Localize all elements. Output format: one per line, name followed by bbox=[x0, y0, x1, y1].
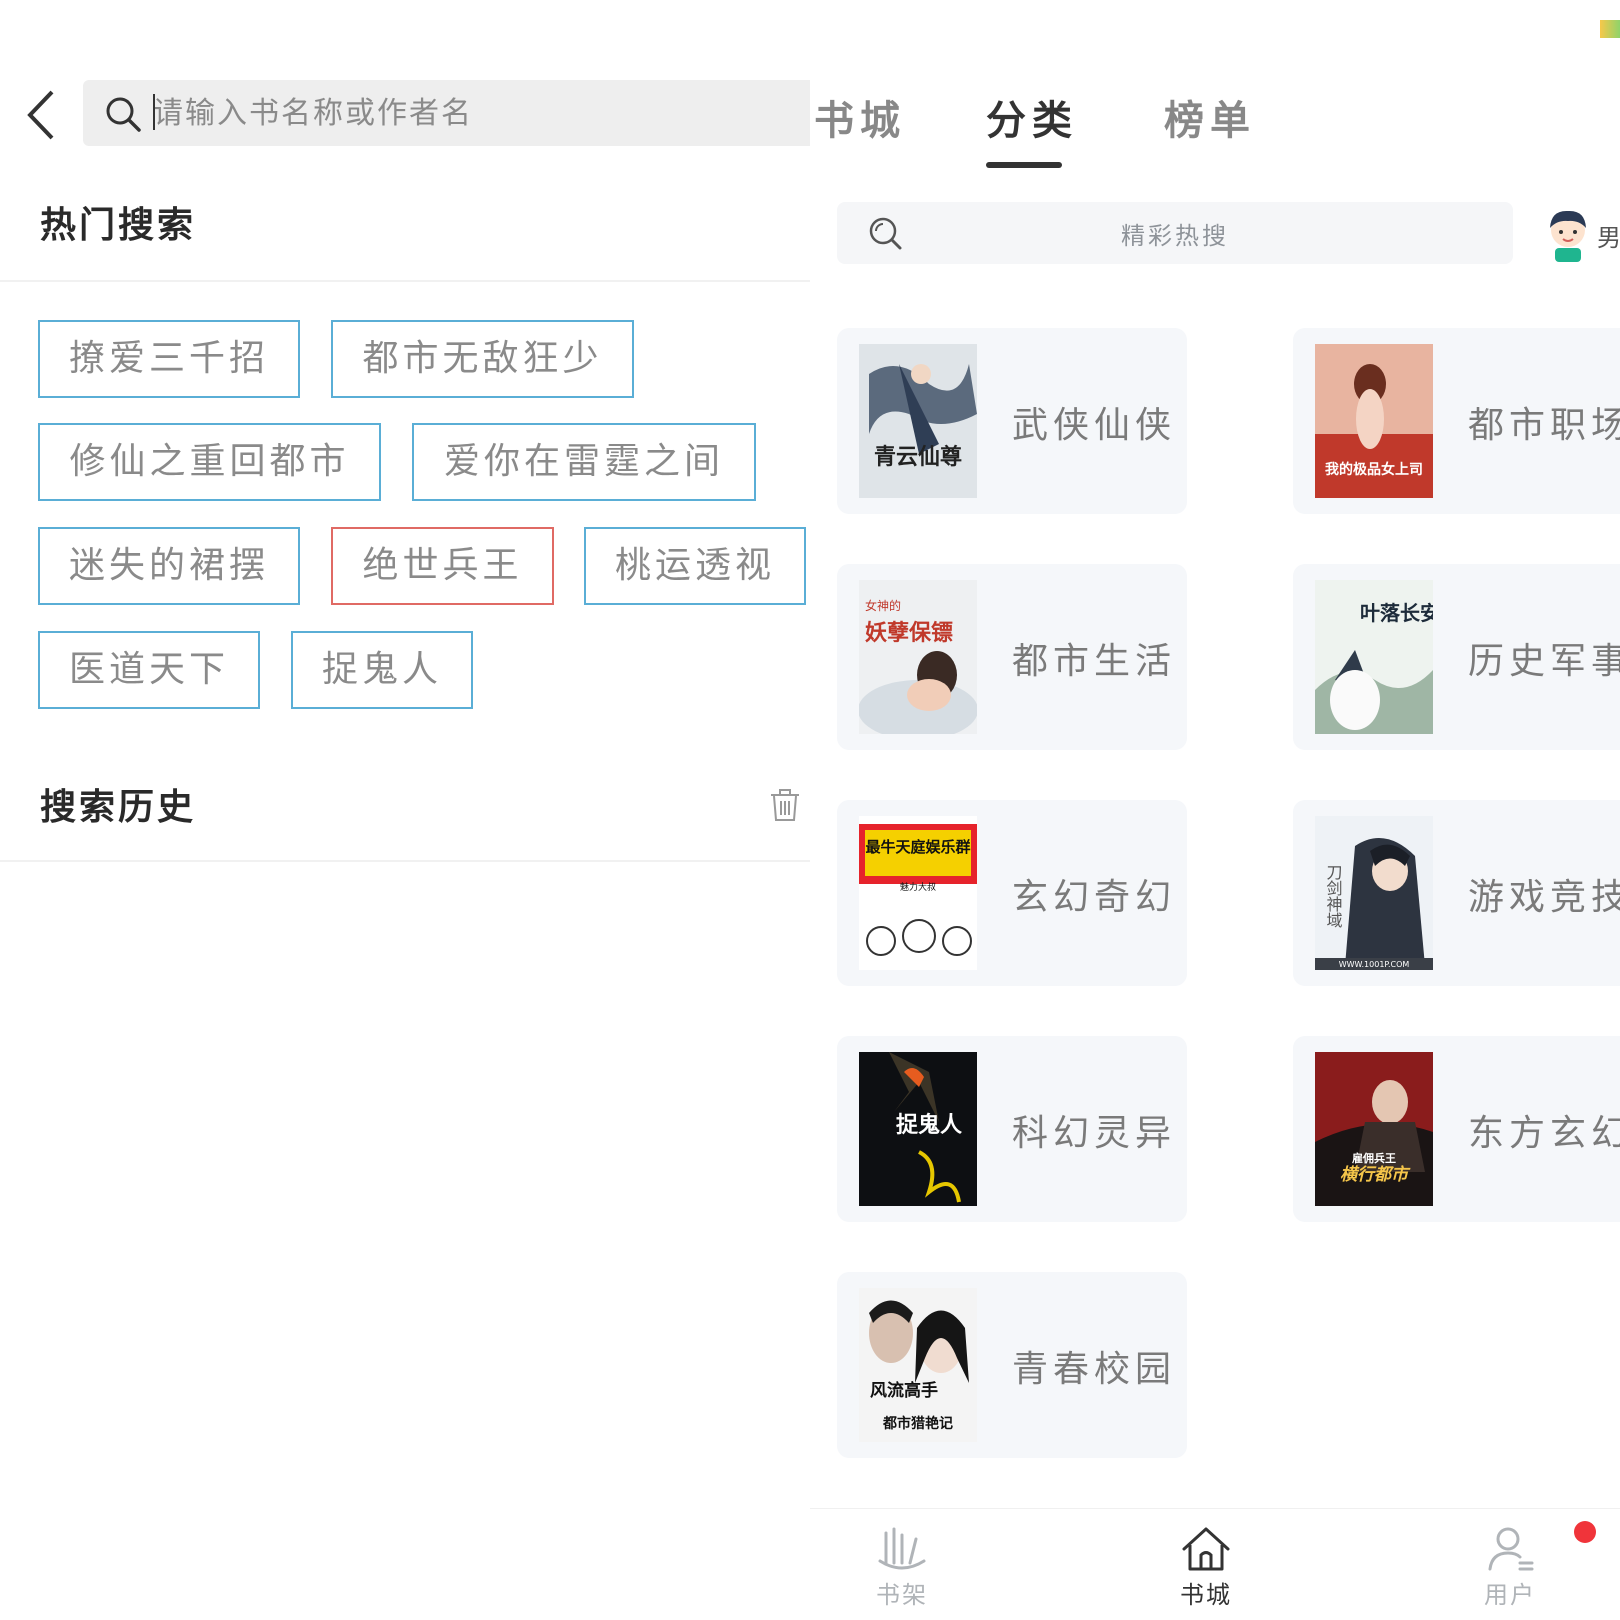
category-name: 玄幻奇幻 bbox=[1012, 877, 1177, 918]
book-cover: 我的极品女上司 bbox=[1315, 344, 1433, 498]
active-tab-indicator bbox=[986, 162, 1062, 168]
hot-tag[interactable]: 都市无敌狂少 bbox=[331, 320, 634, 398]
trash-icon[interactable] bbox=[768, 788, 802, 822]
tab-category[interactable]: 分类 bbox=[986, 88, 1078, 146]
search-icon bbox=[106, 97, 141, 132]
category-card[interactable]: 捉鬼人 科幻灵异 bbox=[837, 1036, 1187, 1222]
category-name: 历史军事 bbox=[1468, 641, 1620, 682]
book-cover: 捉鬼人 bbox=[859, 1052, 977, 1206]
gender-label: 男 bbox=[1597, 224, 1620, 252]
cover-title: 我的极品女上司 bbox=[1325, 461, 1423, 478]
search-bar[interactable] bbox=[83, 80, 810, 146]
category-page: 书城 分类 榜单 精彩热搜 男 青云仙尊 武侠仙侠 我的极品女上司 都市职场 女… bbox=[810, 0, 1620, 1620]
boy-avatar-icon bbox=[1550, 210, 1586, 262]
cover-title: 捉鬼人 bbox=[896, 1112, 962, 1138]
category-card[interactable]: 叶落长安 历史军事 bbox=[1293, 564, 1620, 750]
cover-text: 女神的 bbox=[865, 598, 901, 613]
category-card[interactable]: 青云仙尊 武侠仙侠 bbox=[837, 328, 1187, 514]
cover-text: 都市猎艳记 bbox=[882, 1415, 953, 1432]
nav-bookshelf[interactable]: 书架 bbox=[842, 1523, 962, 1610]
book-cover: 刀剑神域 WWW.1001P.COM bbox=[1315, 816, 1433, 970]
category-name: 都市职场 bbox=[1468, 405, 1620, 446]
cover-title: 横行都市 bbox=[1340, 1165, 1411, 1185]
cover-text: 魅力大叔 bbox=[900, 881, 936, 893]
hot-search-label: 精彩热搜 bbox=[1121, 222, 1229, 250]
gender-switch[interactable]: 男 bbox=[1545, 206, 1620, 262]
cover-text: 雇佣兵王 bbox=[1352, 1151, 1396, 1165]
search-history-title: 搜索历史 bbox=[40, 786, 197, 828]
status-indicator bbox=[1600, 20, 1620, 38]
hot-tag[interactable]: 修仙之重回都市 bbox=[38, 423, 381, 501]
book-cover: 风流高手 都市猎艳记 bbox=[859, 1288, 977, 1442]
book-cover: 叶落长安 bbox=[1315, 580, 1433, 734]
hot-tag[interactable]: 绝世兵王 bbox=[331, 527, 554, 605]
hot-search-title: 热门搜索 bbox=[40, 204, 197, 246]
search-page: 热门搜索 撩爱三千招 都市无敌狂少 修仙之重回都市 爱你在雷霆之间 迷失的裙摆 … bbox=[0, 0, 810, 1620]
text-caret bbox=[153, 94, 155, 130]
category-name: 都市生活 bbox=[1012, 641, 1177, 682]
nav-bookstore[interactable]: 书城 bbox=[1146, 1523, 1266, 1610]
notification-dot bbox=[1574, 1521, 1596, 1543]
nav-label: 用户 bbox=[1484, 1581, 1536, 1609]
cover-title: 风流高手 bbox=[870, 1380, 938, 1401]
home-icon bbox=[1182, 1527, 1230, 1571]
category-card[interactable]: 风流高手 都市猎艳记 青春校园 bbox=[837, 1272, 1187, 1458]
category-card[interactable]: 最牛天庭娱乐群 魅力大叔 玄幻奇幻 bbox=[837, 800, 1187, 986]
divider bbox=[0, 280, 810, 282]
chevron-left-icon bbox=[27, 90, 54, 140]
category-name: 游戏竞技 bbox=[1468, 877, 1620, 918]
book-cover: 女神的 妖孽保镖 bbox=[859, 580, 977, 734]
tab-bookstore[interactable]: 书城 bbox=[814, 88, 906, 146]
bookshelf-icon bbox=[878, 1527, 926, 1570]
search-input[interactable] bbox=[153, 86, 793, 140]
category-name: 青春校园 bbox=[1012, 1349, 1177, 1390]
nav-label: 书城 bbox=[1180, 1581, 1232, 1609]
hot-tag[interactable]: 撩爱三千招 bbox=[38, 320, 300, 398]
book-cover: 最牛天庭娱乐群 魅力大叔 bbox=[859, 816, 977, 970]
book-cover: 青云仙尊 bbox=[859, 344, 977, 498]
category-card[interactable]: 刀剑神域 WWW.1001P.COM 游戏竞技 bbox=[1293, 800, 1620, 986]
hot-tag[interactable]: 捉鬼人 bbox=[291, 631, 473, 709]
cover-title: 妖孽保镖 bbox=[865, 620, 953, 646]
category-card[interactable]: 我的极品女上司 都市职场 bbox=[1293, 328, 1620, 514]
user-icon bbox=[1488, 1527, 1534, 1571]
cover-title: 最牛天庭娱乐群 bbox=[865, 838, 970, 856]
category-name: 武侠仙侠 bbox=[1012, 405, 1177, 446]
category-card[interactable]: 女神的 妖孽保镖 都市生活 bbox=[837, 564, 1187, 750]
hot-tag[interactable]: 桃运透视 bbox=[584, 527, 806, 605]
bottom-nav: 书架 书城 用户 bbox=[810, 1508, 1620, 1620]
cover-title: 叶落长安 bbox=[1360, 601, 1433, 625]
hot-tag[interactable]: 爱你在雷霆之间 bbox=[412, 423, 756, 501]
category-name: 科幻灵异 bbox=[1012, 1113, 1177, 1154]
cover-title: 青云仙尊 bbox=[874, 444, 962, 470]
hot-tag[interactable]: 迷失的裙摆 bbox=[38, 527, 300, 605]
divider bbox=[0, 860, 810, 862]
tab-ranking[interactable]: 榜单 bbox=[1164, 88, 1256, 146]
cover-text: WWW.1001P.COM bbox=[1339, 960, 1410, 969]
category-name: 东方玄幻 bbox=[1468, 1113, 1620, 1154]
nav-user[interactable]: 用户 bbox=[1450, 1523, 1570, 1610]
category-card[interactable]: 雇佣兵王 横行都市 东方玄幻 bbox=[1293, 1036, 1620, 1222]
hot-tag[interactable]: 医道天下 bbox=[38, 631, 260, 709]
hot-search-bar[interactable]: 精彩热搜 bbox=[837, 202, 1513, 264]
back-button[interactable] bbox=[22, 82, 66, 148]
nav-label: 书架 bbox=[876, 1581, 928, 1609]
book-cover: 雇佣兵王 横行都市 bbox=[1315, 1052, 1433, 1206]
cover-title: 刀剑神域 bbox=[1324, 864, 1343, 928]
